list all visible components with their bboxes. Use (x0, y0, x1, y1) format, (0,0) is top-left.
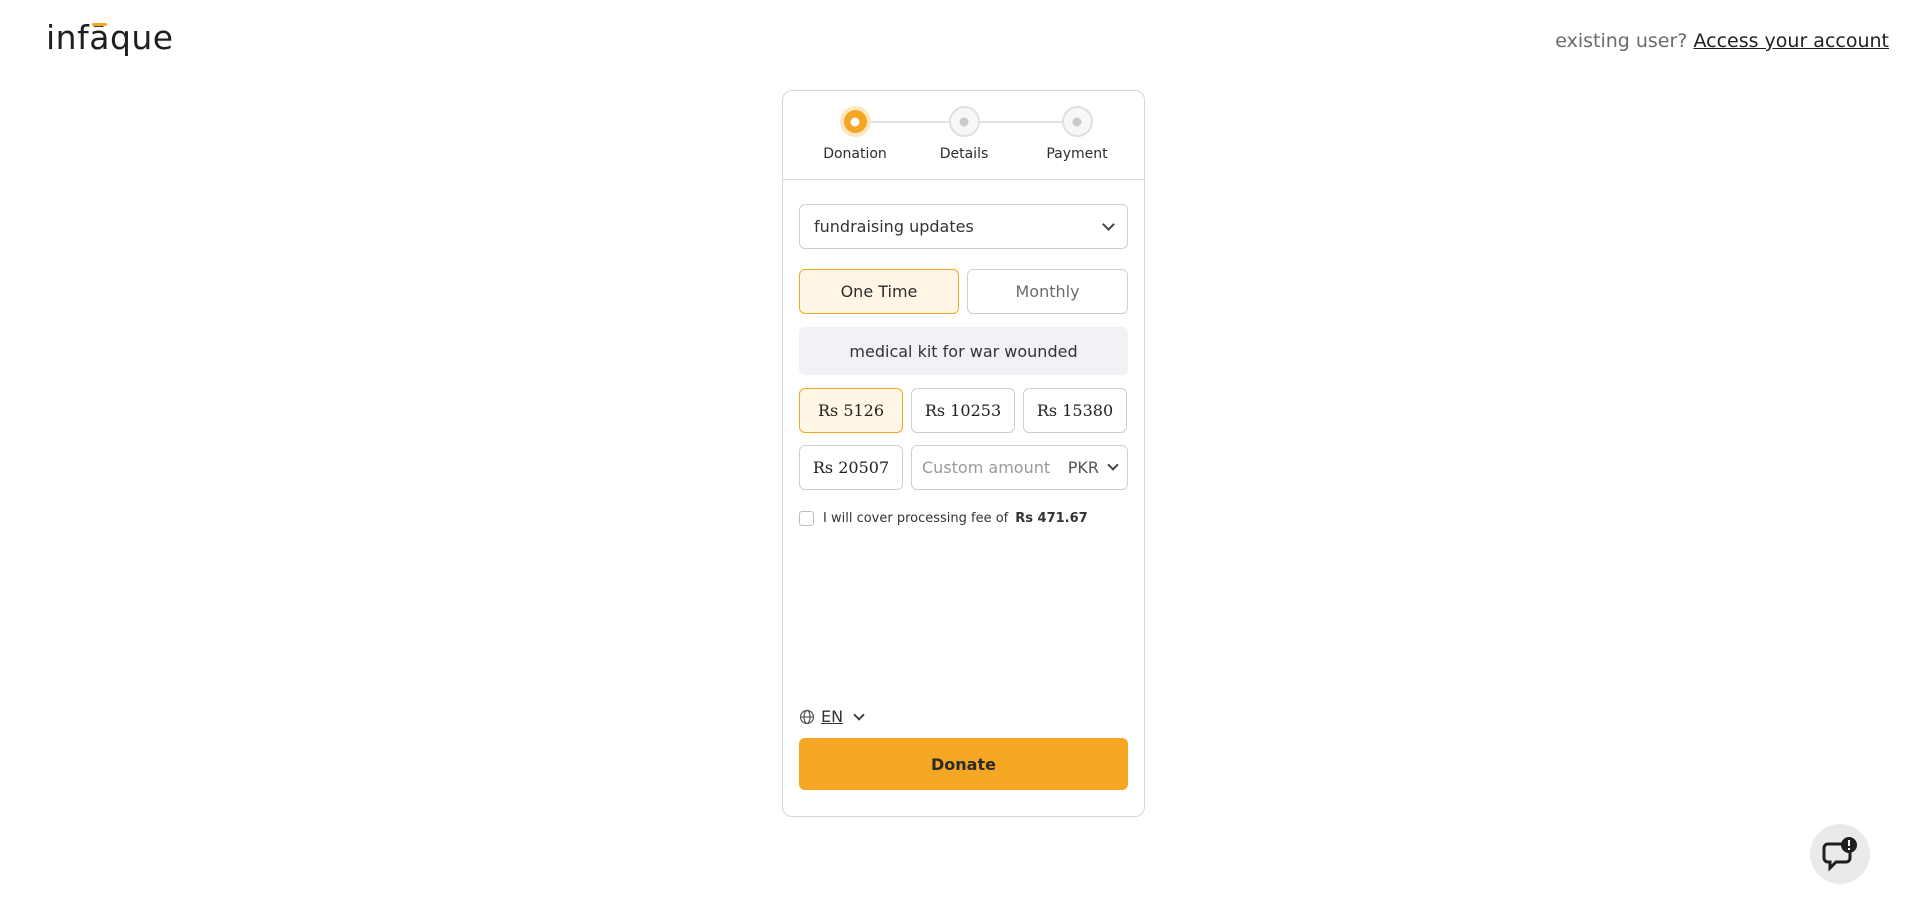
amount-option[interactable]: Rs 15380 (1023, 388, 1127, 433)
step-indicator-icon (1061, 106, 1093, 137)
stepper: Donation Details Payment (783, 91, 1144, 180)
access-account-link[interactable]: Access your account (1693, 30, 1889, 52)
processing-fee-option: I will cover processing fee of Rs 471.67 (799, 511, 1088, 526)
chevron-down-icon (853, 708, 865, 721)
step-label: Donation (823, 146, 887, 162)
currency-select[interactable]: PKR (1067, 458, 1119, 477)
amount-option[interactable]: Rs 20507 (799, 445, 903, 490)
globe-icon (799, 709, 815, 724)
existing-user-text: existing user? (1555, 30, 1688, 52)
monthly-button[interactable]: Monthly (967, 269, 1128, 314)
language-select[interactable]: EN (799, 707, 865, 726)
logo-text-accent: ā (89, 18, 110, 57)
language-code: EN (821, 707, 844, 726)
chevron-down-icon (1107, 459, 1119, 471)
logo-text-2: que (109, 18, 174, 57)
one-time-button[interactable]: One Time (799, 269, 959, 314)
processing-fee-text: I will cover processing fee of (823, 511, 1009, 526)
header-account: existing user? Access your account (1555, 30, 1889, 52)
step-label: Payment (1046, 146, 1108, 162)
chevron-down-icon (1102, 217, 1115, 231)
processing-fee-checkbox[interactable] (799, 511, 814, 526)
processing-fee-amount: Rs 471.67 (1015, 511, 1088, 526)
amount-option[interactable]: Rs 5126 (799, 388, 903, 433)
step-details[interactable]: Details (914, 106, 1014, 162)
donate-button[interactable]: Donate (799, 738, 1128, 790)
cause-label: medical kit for war wounded (799, 327, 1128, 375)
chat-support-icon (1822, 837, 1857, 872)
campaign-select[interactable]: fundraising updates (799, 204, 1128, 249)
custom-amount-input[interactable] (922, 458, 1052, 477)
step-indicator-icon (839, 106, 871, 137)
donation-card: Donation Details Payment fundraising upd… (782, 90, 1145, 817)
step-donation[interactable]: Donation (805, 106, 905, 162)
step-payment[interactable]: Payment (1027, 106, 1127, 162)
currency-value: PKR (1067, 458, 1099, 477)
logo-text-1: inf (46, 18, 90, 57)
amount-option[interactable]: Rs 10253 (911, 388, 1015, 433)
step-indicator-icon (948, 106, 980, 137)
step-label: Details (939, 146, 989, 162)
chat-support-button[interactable] (1810, 824, 1870, 884)
campaign-select-value: fundraising updates (814, 217, 974, 236)
brand-logo[interactable]: infāque (46, 18, 174, 57)
custom-amount-field: PKR (911, 445, 1128, 490)
